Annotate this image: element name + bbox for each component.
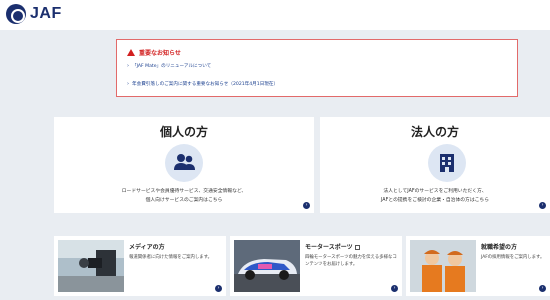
notice-link-jaf-mate[interactable]: › 「JAF Mate」のリニューアルについて <box>127 63 211 69</box>
jaf-emblem-icon <box>6 4 26 24</box>
motorsports-card[interactable]: モータースポーツ 四輪モータースポーツの魅力を伝える多様なコンテンツをお届けしま… <box>230 236 402 296</box>
media-card-description: 報道関係者に向けた情報をご案内します。 <box>129 255 212 260</box>
building-icon <box>428 144 466 182</box>
chevron-right-circle-icon: › <box>303 202 310 209</box>
recruit-card[interactable]: 就職希望の方 JAFの採用情報をご案内します。 › <box>406 236 550 296</box>
corporate-card-title: 法人の方 <box>410 125 459 139</box>
recruit-card-title: 就職希望の方 <box>481 244 518 251</box>
recruit-photo <box>410 240 476 292</box>
notice-title: 重要なお知らせ <box>139 50 181 57</box>
motorsports-photo <box>234 240 300 292</box>
logo-text: JAF <box>30 5 62 22</box>
motorsports-card-title: モータースポーツ <box>305 242 360 251</box>
notice-link-label: 「JAF Mate」のリニューアルについて <box>132 64 212 69</box>
corporate-card[interactable]: 法人の方 法人としてJAFのサービスをご利用いただく方、 JAFとの提携をご検討… <box>320 117 550 213</box>
desc-line: JAFとの提携をご検討の企業・自治体の方はこちら <box>380 198 490 203</box>
motorsports-card-description: 四輪モータースポーツの魅力を伝える多様なコンテンツをお届けします。 <box>305 255 397 267</box>
media-photo <box>58 240 124 292</box>
chevron-right-circle-icon: › <box>539 285 546 292</box>
notice-link-annual-fee[interactable]: › 年会費引落しのご案内に関する重要なお知らせ（2021年4月1日現在） <box>127 81 278 87</box>
motorsports-title-text: モータースポーツ <box>305 244 353 251</box>
notice-link-label: 年会費引落しのご案内に関する重要なお知らせ（2021年4月1日現在） <box>132 82 279 87</box>
desc-line: 個人向けサービスのご案内はこちら <box>145 198 223 203</box>
personal-card-description: ロードサービスや会員優待サービス、交通安全情報など、 個人向けサービスのご案内は… <box>54 187 314 205</box>
media-card-title: メディアの方 <box>129 244 165 251</box>
jaf-logo[interactable]: JAF <box>6 4 62 24</box>
media-card[interactable]: メディアの方 報道関係者に向けた情報をご案内します。 › <box>54 236 226 296</box>
desc-line: 法人としてJAFのサービスをご利用いただく方、 <box>383 189 487 194</box>
warning-triangle-icon <box>127 49 135 56</box>
corporate-card-description: 法人としてJAFのサービスをご利用いただく方、 JAFとの提携をご検討の企業・自… <box>320 187 550 205</box>
recruit-card-description: JAFの採用情報をご案内します。 <box>481 255 545 260</box>
personal-card-title: 個人の方 <box>159 125 208 139</box>
chevron-right-circle-icon: › <box>215 285 222 292</box>
important-notice-box: 重要なお知らせ › 「JAF Mate」のリニューアルについて › 年会費引落し… <box>116 39 518 97</box>
desc-line: ロードサービスや会員優待サービス、交通安全情報など、 <box>121 189 247 194</box>
external-link-icon <box>354 245 360 250</box>
site-header: JAF <box>0 0 550 30</box>
chevron-right-circle-icon: › <box>391 285 398 292</box>
chevron-right-circle-icon: › <box>539 202 546 209</box>
personal-card[interactable]: 個人の方 ロードサービスや会員優待サービス、交通安全情報など、 個人向けサービス… <box>54 117 314 213</box>
people-icon <box>165 144 203 182</box>
chevron-right-icon: › <box>127 81 129 87</box>
notice-header: 重要なお知らせ <box>127 48 181 57</box>
chevron-right-icon: › <box>127 63 129 69</box>
